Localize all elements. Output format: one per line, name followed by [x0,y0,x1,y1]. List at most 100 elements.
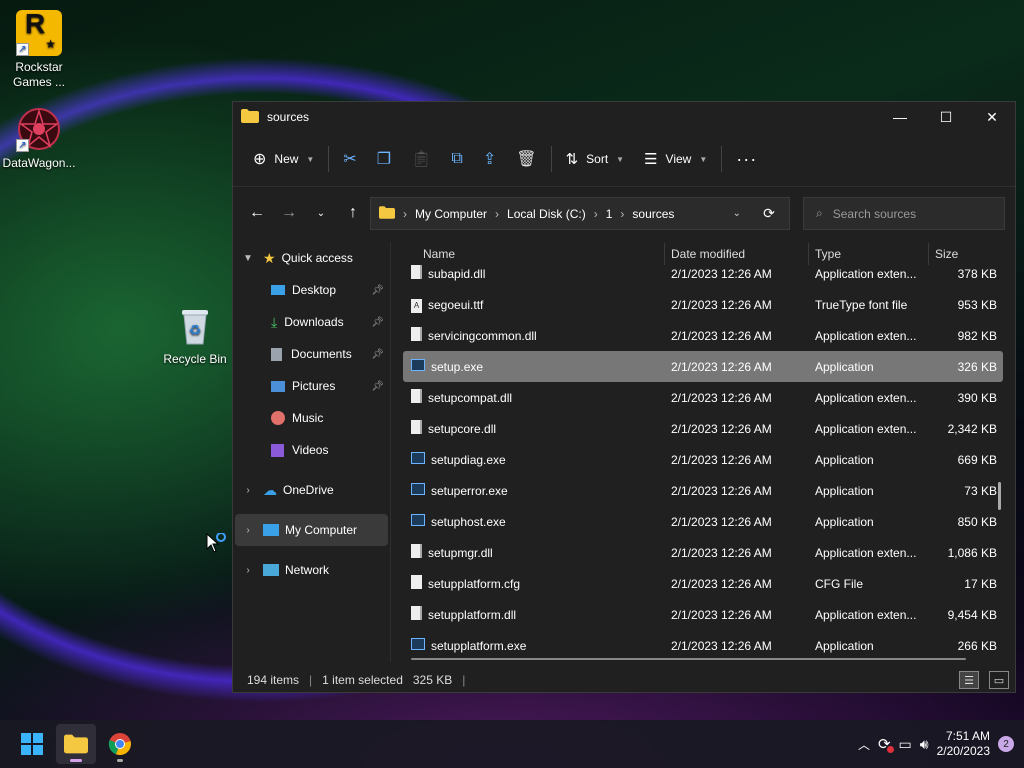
table-row[interactable]: setup.exe 2/1/2023 12:26 AM Application 326… [403,351,1003,382]
folder-icon [379,205,395,222]
datawagon-logo-icon: ↗ [16,106,62,152]
show-hidden-icons-button[interactable]: ︿ [858,736,870,753]
cell-date: 2/1/2023 12:26 AM [671,266,772,281]
table-row[interactable]: setupmgr.dll 2/1/2023 12:26 AM Application… [403,537,1003,568]
cell-type: Application exten... [815,390,917,405]
details-view-button[interactable]: ☰ [959,671,979,689]
nav-documents[interactable]: Documents 📌︎ [233,338,390,370]
taskbar-chrome[interactable] [100,724,140,764]
chrome-icon [108,733,131,756]
cut-button[interactable]: ✂ [333,142,366,176]
pin-icon: 📌︎ [371,380,384,392]
new-label: New [274,152,299,166]
search-placeholder: Search sources [832,206,917,221]
breadcrumb-item[interactable]: 1 [606,207,613,221]
close-button[interactable]: ✕ [969,102,1015,132]
paste-button[interactable]: 📋︎ [401,142,441,176]
chevron-right-icon: › [246,564,250,576]
breadcrumb-item[interactable]: My Computer [415,207,487,221]
forward-button[interactable]: → [273,197,305,229]
new-button[interactable]: ⊕ New ▼ [243,142,324,176]
desktop-icon-label: DataWagon... [2,156,76,170]
pictures-icon [271,380,285,392]
table-row[interactable]: setuperror.exe 2/1/2023 12:26 AM Applicati… [403,475,1003,506]
dll-file-icon [411,606,422,623]
cell-name: setupmgr.dll [403,544,665,561]
table-row[interactable]: setupdiag.exe 2/1/2023 12:26 AM Applicatio… [403,444,1003,475]
address-bar[interactable]: › My Computer › Local Disk (C:) › 1 › so… [370,197,790,230]
recent-locations-button[interactable]: ⌄ [305,197,337,229]
sync-alert-icon[interactable]: ⟳ [878,735,894,753]
nav-videos[interactable]: Videos [233,434,390,466]
minimize-button[interactable]: — [877,102,923,132]
desktop-icon-recycle-bin[interactable]: ♻ Recycle Bin [156,302,234,367]
title-bar[interactable]: sources — ☐ ✕ [233,102,1015,132]
rename-button[interactable]: ⧉ [441,142,472,176]
cell-date: 2/1/2023 12:26 AM [671,390,772,405]
file-name: setupplatform.dll [428,607,517,622]
cell-type: Application [815,483,874,498]
nav-label: Documents [291,347,352,361]
nav-label: Music [292,411,324,425]
vertical-scrollbar[interactable] [998,482,1001,510]
cell-date: 2/1/2023 12:26 AM [671,483,772,498]
nav-desktop[interactable]: Desktop 📌︎ [233,274,390,306]
taskbar-file-explorer[interactable] [56,724,96,764]
table-row[interactable]: Asegoeui.ttf 2/1/2023 12:26 AM TrueType fo… [403,289,1003,320]
search-box[interactable]: ⌕ Search sources [803,197,1005,230]
cell-date: 2/1/2023 12:26 AM [671,328,772,343]
app-exe-icon [411,359,425,374]
nav-label: Videos [292,443,329,457]
share-button[interactable]: ⇪ [473,142,506,176]
nav-pictures[interactable]: Pictures 📌︎ [233,370,390,402]
clock[interactable]: 7:51 AM 2/20/2023 [937,729,990,759]
table-row[interactable]: servicingcommon.dll 2/1/2023 12:26 AM Appl… [403,320,1003,351]
cell-size: 390 KB [957,390,997,405]
breadcrumb-item[interactable]: sources [632,207,674,221]
document-icon [271,347,282,361]
more-options-button[interactable]: ··· [726,142,767,176]
chevron-right-icon: › [246,484,250,496]
table-row[interactable]: setupcompat.dll 2/1/2023 12:26 AM Applicat… [403,382,1003,413]
nav-music[interactable]: Music [233,402,390,434]
view-button[interactable]: ☰ View ▼ [634,142,717,176]
system-tray: ︿ ⟳ ▭ 🔊︎ 7:51 AM 2/20/2023 2 [858,729,1024,759]
table-row[interactable]: setupplatform.exe 2/1/2023 12:26 AM Applic… [403,630,1003,661]
cell-size: 850 KB [957,514,997,529]
cell-size: 2,342 KB [947,421,997,436]
cell-name: Asegoeui.ttf [403,297,665,313]
address-history-dropdown[interactable]: ⌄ [733,208,741,219]
sort-button[interactable]: ⇅ Sort ▼ [556,142,635,176]
notification-badge[interactable]: 2 [998,736,1014,752]
table-row[interactable]: setupplatform.dll 2/1/2023 12:26 AM Applic… [403,599,1003,630]
nav-my-computer[interactable]: › My Computer [235,514,388,546]
nav-quick-access[interactable]: ▼ ★ Quick access [233,242,390,274]
desktop-icon-rockstar[interactable]: R ★ ↗ Rockstar Games ... [0,10,78,90]
music-icon [271,411,285,425]
tiles-view-button[interactable]: ▭ [989,671,1009,689]
delete-button[interactable]: 🗑︎ [506,142,546,176]
table-row[interactable]: setuphost.exe 2/1/2023 12:26 AM Applicatio… [403,506,1003,537]
desktop-icon-datawagon[interactable]: ↗ DataWagon... [0,106,78,171]
horizontal-scrollbar[interactable] [411,658,966,660]
start-button[interactable] [12,724,52,764]
nav-network[interactable]: › Network [233,554,390,586]
back-button[interactable]: ← [241,197,273,229]
table-row[interactable]: subapid.dll 2/1/2023 12:26 AM Application … [403,258,1003,289]
table-row[interactable]: setupcore.dll 2/1/2023 12:26 AM Applicatio… [403,413,1003,444]
nav-downloads[interactable]: ⤓ Downloads 📌︎ [233,306,390,338]
table-row[interactable]: setupplatform.cfg 2/1/2023 12:26 AM CFG Fi… [403,568,1003,599]
network-status-icon[interactable]: ▭ [899,736,912,753]
nav-onedrive[interactable]: › ☁ OneDrive [233,474,390,506]
maximize-button[interactable]: ☐ [923,102,969,132]
copy-button[interactable]: ❐ [367,142,401,176]
cell-name: subapid.dll [403,265,665,282]
cell-type: Application [815,514,874,529]
windows-logo-icon [21,733,43,755]
volume-icon[interactable]: 🔊︎ [920,736,929,753]
dll-file-icon [411,265,422,282]
breadcrumb-item[interactable]: Local Disk (C:) [507,207,586,221]
up-button[interactable]: ↑ [337,197,369,229]
refresh-button[interactable]: ⟳ [749,205,789,222]
cell-name: setuperror.exe [403,483,665,498]
